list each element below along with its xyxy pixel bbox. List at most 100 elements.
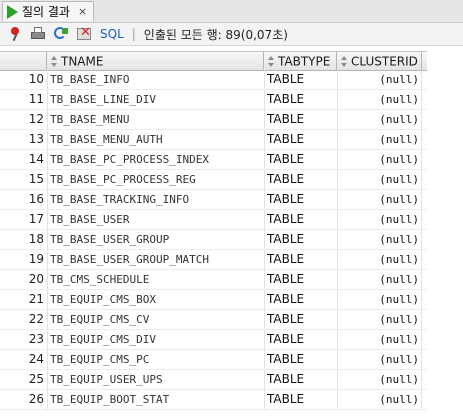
- cell-tabtype[interactable]: TABLE: [267, 350, 335, 369]
- column-divider: [47, 70, 48, 89]
- column-divider: [337, 250, 338, 269]
- sort-icon[interactable]: [268, 55, 275, 68]
- column-divider: [421, 230, 422, 249]
- cell-tabtype[interactable]: TABLE: [267, 290, 335, 309]
- cell-tabtype[interactable]: TABLE: [267, 130, 335, 149]
- cell-tabtype[interactable]: TABLE: [267, 150, 335, 169]
- cell-tname[interactable]: TB_BASE_PC_PROCESS_INDEX: [50, 150, 262, 169]
- column-divider: [264, 350, 265, 369]
- cell-clusterid[interactable]: (null): [337, 210, 419, 229]
- pin-icon[interactable]: [7, 26, 23, 42]
- column-header-clusterid[interactable]: CLUSTERID: [337, 52, 422, 70]
- print-icon[interactable]: [30, 26, 46, 42]
- refresh-icon[interactable]: [53, 26, 69, 42]
- cell-clusterid[interactable]: (null): [337, 130, 419, 149]
- table-row[interactable]: 11 TB_BASE_LINE_DIV TABLE (null): [0, 90, 427, 110]
- cell-tabtype[interactable]: TABLE: [267, 170, 335, 189]
- cell-clusterid[interactable]: (null): [337, 330, 419, 349]
- close-icon[interactable]: ×: [78, 5, 87, 18]
- table-row[interactable]: 26 TB_EQUIP_BOOT_STAT TABLE (null): [0, 390, 427, 410]
- table-row[interactable]: 19 TB_BASE_USER_GROUP_MATCH TABLE (null): [0, 250, 427, 270]
- cell-clusterid[interactable]: (null): [337, 150, 419, 169]
- sort-icon[interactable]: [51, 55, 58, 68]
- cell-tname[interactable]: TB_CMS_SCHEDULE: [50, 270, 262, 289]
- tab-query-result[interactable]: 질의 결과 ×: [2, 1, 94, 21]
- table-row[interactable]: 25 TB_EQUIP_USER_UPS TABLE (null): [0, 370, 427, 390]
- cell-tname[interactable]: TB_BASE_USER_GROUP_MATCH: [50, 250, 262, 269]
- cell-tname[interactable]: TB_EQUIP_CMS_PC: [50, 350, 262, 369]
- table-row[interactable]: 17 TB_BASE_USER TABLE (null): [0, 210, 427, 230]
- table-row[interactable]: 12 TB_BASE_MENU TABLE (null): [0, 110, 427, 130]
- cell-tname[interactable]: TB_BASE_TRACKING_INFO: [50, 190, 262, 209]
- cell-clusterid[interactable]: (null): [337, 70, 419, 89]
- column-divider: [421, 110, 422, 129]
- row-number: 18: [28, 232, 44, 246]
- table-row[interactable]: 15 TB_BASE_PC_PROCESS_REG TABLE (null): [0, 170, 427, 190]
- cell-clusterid[interactable]: (null): [337, 170, 419, 189]
- table-row[interactable]: 24 TB_EQUIP_CMS_PC TABLE (null): [0, 350, 427, 370]
- cell-tabtype[interactable]: TABLE: [267, 210, 335, 229]
- cell-tabtype[interactable]: TABLE: [267, 230, 335, 249]
- cell-tname[interactable]: TB_EQUIP_CMS_DIV: [50, 330, 262, 349]
- cell-tname[interactable]: TB_BASE_USER_GROUP: [50, 230, 262, 249]
- column-divider: [337, 110, 338, 129]
- table-row[interactable]: 16 TB_BASE_TRACKING_INFO TABLE (null): [0, 190, 427, 210]
- cell-tname[interactable]: TB_BASE_INFO: [50, 70, 262, 89]
- cell-clusterid[interactable]: (null): [337, 110, 419, 129]
- cell-tname[interactable]: TB_EQUIP_CMS_BOX: [50, 290, 262, 309]
- sql-button[interactable]: SQL: [100, 27, 124, 41]
- table-row[interactable]: 20 TB_CMS_SCHEDULE TABLE (null): [0, 270, 427, 290]
- cell-tabtype[interactable]: TABLE: [267, 270, 335, 289]
- table-row[interactable]: 10 TB_BASE_INFO TABLE (null): [0, 70, 427, 90]
- row-number: 19: [28, 252, 44, 266]
- cell-clusterid[interactable]: (null): [337, 190, 419, 209]
- column-divider: [47, 170, 48, 189]
- table-row[interactable]: 21 TB_EQUIP_CMS_BOX TABLE (null): [0, 290, 427, 310]
- cell-tname[interactable]: TB_BASE_MENU: [50, 110, 262, 129]
- cell-clusterid[interactable]: (null): [337, 370, 419, 389]
- column-divider: [264, 370, 265, 389]
- cell-clusterid[interactable]: (null): [337, 230, 419, 249]
- column-header-tname[interactable]: TNAME: [47, 52, 264, 70]
- grid-header: TNAME TABTYPE CLUSTERID: [0, 51, 427, 71]
- cell-tabtype[interactable]: TABLE: [267, 310, 335, 329]
- column-divider: [264, 390, 265, 409]
- column-divider: [337, 230, 338, 249]
- sort-icon[interactable]: [341, 55, 348, 68]
- cell-clusterid[interactable]: (null): [337, 290, 419, 309]
- table-row[interactable]: 18 TB_BASE_USER_GROUP TABLE (null): [0, 230, 427, 250]
- column-header-tabtype[interactable]: TABTYPE: [264, 52, 337, 70]
- cell-tabtype[interactable]: TABLE: [267, 110, 335, 129]
- cell-tabtype[interactable]: TABLE: [267, 70, 335, 89]
- cell-tname[interactable]: TB_BASE_LINE_DIV: [50, 90, 262, 109]
- column-divider: [47, 190, 48, 209]
- column-divider: [337, 90, 338, 109]
- cell-tabtype[interactable]: TABLE: [267, 250, 335, 269]
- cell-tname[interactable]: TB_BASE_PC_PROCESS_REG: [50, 170, 262, 189]
- table-row[interactable]: 22 TB_EQUIP_CMS_CV TABLE (null): [0, 310, 427, 330]
- column-divider: [337, 350, 338, 369]
- table-row[interactable]: 23 TB_EQUIP_CMS_DIV TABLE (null): [0, 330, 427, 350]
- cancel-query-icon[interactable]: [76, 25, 92, 42]
- cell-tname[interactable]: TB_BASE_MENU_AUTH: [50, 130, 262, 149]
- cell-clusterid[interactable]: (null): [337, 90, 419, 109]
- cell-tabtype[interactable]: TABLE: [267, 330, 335, 349]
- row-number: 26: [28, 392, 44, 406]
- row-number: 12: [28, 112, 44, 126]
- cell-clusterid[interactable]: (null): [337, 390, 419, 409]
- table-row[interactable]: 14 TB_BASE_PC_PROCESS_INDEX TABLE (null): [0, 150, 427, 170]
- column-divider: [264, 90, 265, 109]
- cell-tabtype[interactable]: TABLE: [267, 370, 335, 389]
- cell-clusterid[interactable]: (null): [337, 270, 419, 289]
- cell-tname[interactable]: TB_EQUIP_USER_UPS: [50, 370, 262, 389]
- cell-clusterid[interactable]: (null): [337, 250, 419, 269]
- cell-tabtype[interactable]: TABLE: [267, 90, 335, 109]
- cell-clusterid[interactable]: (null): [337, 310, 419, 329]
- cell-clusterid[interactable]: (null): [337, 350, 419, 369]
- table-row[interactable]: 13 TB_BASE_MENU_AUTH TABLE (null): [0, 130, 427, 150]
- cell-tname[interactable]: TB_EQUIP_CMS_CV: [50, 310, 262, 329]
- cell-tname[interactable]: TB_BASE_USER: [50, 210, 262, 229]
- cell-tabtype[interactable]: TABLE: [267, 390, 335, 409]
- cell-tabtype[interactable]: TABLE: [267, 190, 335, 209]
- cell-tname[interactable]: TB_EQUIP_BOOT_STAT: [50, 390, 262, 409]
